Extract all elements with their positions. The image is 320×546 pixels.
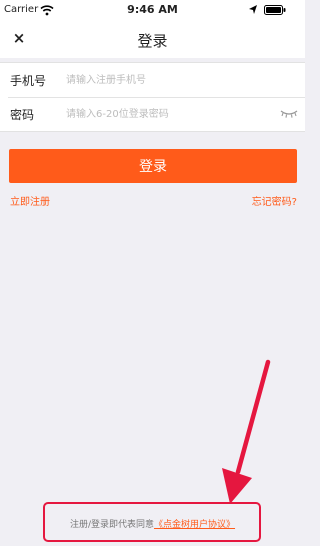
forgot-password-link[interactable]: 忘记密码? xyxy=(252,193,297,208)
password-label: 密码 xyxy=(10,108,35,122)
battery-icon xyxy=(264,5,286,15)
agreement-line: 注册/登录即代表同意《点金树用户协议》 xyxy=(0,517,305,530)
phone-label: 手机号 xyxy=(10,74,47,88)
login-form: 手机号 密码 xyxy=(0,62,305,132)
password-input[interactable] xyxy=(66,103,266,125)
nav-bar: × 登录 xyxy=(0,20,305,58)
eye-hidden-icon[interactable] xyxy=(280,108,298,120)
login-button[interactable]: 登录 xyxy=(9,149,297,183)
location-arrow-icon xyxy=(249,5,257,14)
status-bar: Carrier 9:46 AM xyxy=(0,0,305,20)
password-row: 密码 xyxy=(0,97,305,131)
agreement-prefix: 注册/登录即代表同意 xyxy=(69,520,155,530)
register-link[interactable]: 立即注册 xyxy=(10,193,50,208)
page-title: 登录 xyxy=(137,32,168,50)
status-time: 9:46 AM xyxy=(127,3,178,16)
phone-row: 手机号 xyxy=(0,63,305,97)
agreement-link[interactable]: 《点金树用户协议》 xyxy=(154,520,235,530)
phone-input[interactable] xyxy=(66,69,266,91)
